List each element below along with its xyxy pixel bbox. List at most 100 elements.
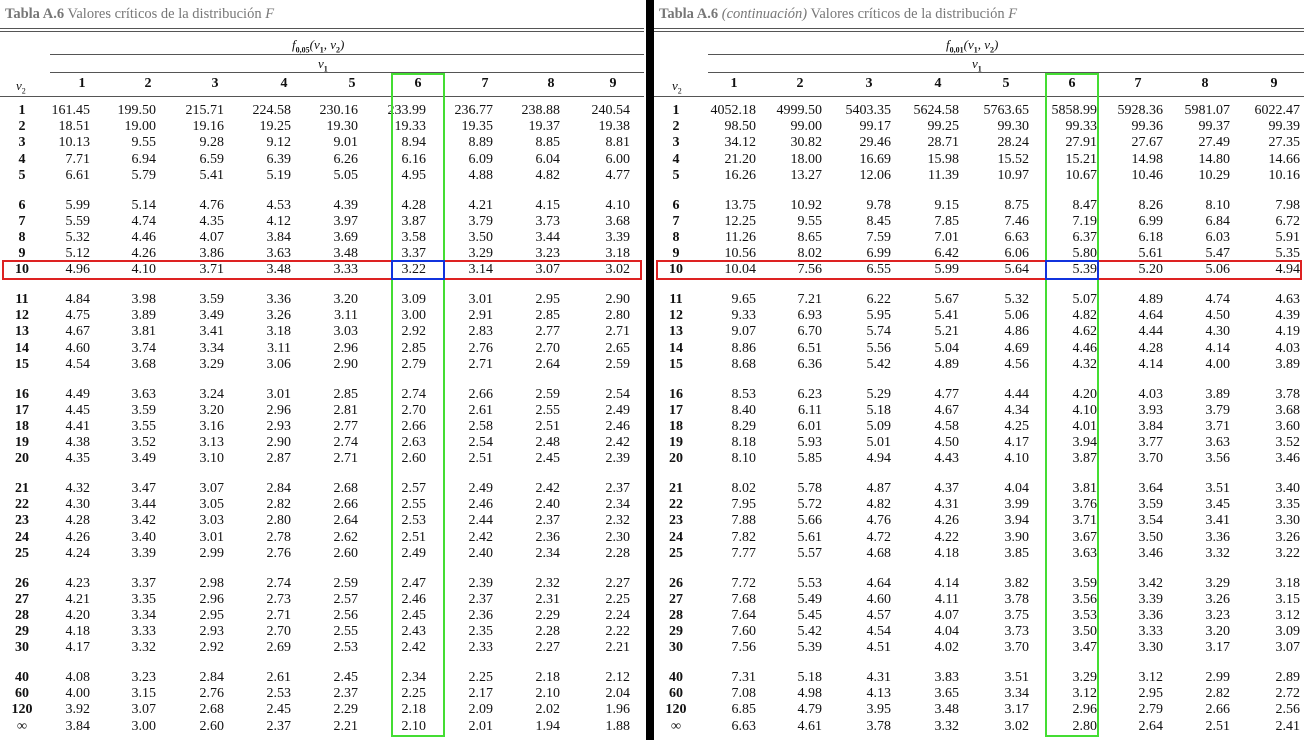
table-row: 16 8.53 6.23 5.29 4.77 4.44 4.20 4.03 3.89 3.78 bbox=[654, 387, 1304, 403]
table-cell: 3.18 bbox=[266, 324, 292, 340]
table-cell: 230.16 bbox=[319, 103, 359, 118]
table-cell: 6.36 bbox=[797, 356, 823, 372]
table-cell: 2.80 bbox=[605, 308, 631, 324]
table-cell: 199.50 bbox=[117, 103, 157, 118]
table-cell: 14.66 bbox=[1268, 151, 1301, 167]
table-cell: 4.03 bbox=[1275, 340, 1301, 356]
table-cell: 4.07 bbox=[934, 607, 960, 623]
table-cell: 2.45 bbox=[535, 451, 561, 467]
table-cell: 3.39 bbox=[1138, 591, 1164, 607]
table-cell: 2.45 bbox=[333, 670, 359, 685]
table-cell: 2.29 bbox=[333, 702, 359, 718]
table-cell: 2.77 bbox=[333, 418, 359, 434]
table-cell: 3.26 bbox=[266, 308, 292, 324]
table-cell: 6.84 bbox=[1205, 213, 1231, 229]
table-cell: 4.64 bbox=[1138, 308, 1164, 324]
table-cell: 4.14 bbox=[1138, 356, 1164, 372]
row-label: 7 bbox=[672, 213, 680, 229]
function-label: f0,01(v1, v2) bbox=[946, 37, 999, 55]
table-cell: 6.11 bbox=[798, 402, 822, 418]
table-cell: 3.24 bbox=[199, 386, 225, 402]
table-cell: 4.17 bbox=[1004, 435, 1030, 451]
table-cell: 4.76 bbox=[199, 197, 225, 213]
table-cell: 4.22 bbox=[934, 529, 960, 545]
table-cell: 9.33 bbox=[731, 308, 757, 324]
table-cell: 2.54 bbox=[605, 386, 631, 402]
table-cell: 4.24 bbox=[65, 545, 91, 561]
highlight-row-box bbox=[656, 260, 1302, 281]
table-cell: 2.89 bbox=[1275, 670, 1301, 685]
table-cell: 6.93 bbox=[797, 308, 823, 324]
table-cell: 2.90 bbox=[605, 292, 631, 307]
table-cell: 2.78 bbox=[266, 529, 292, 545]
table-cell: 4.07 bbox=[199, 229, 225, 245]
table-cell: 4.89 bbox=[934, 356, 960, 372]
table-row: 3 10.13 9.55 9.28 9.12 9.01 8.94 8.89 8.85 8.81 bbox=[0, 135, 646, 151]
func-rule bbox=[708, 54, 1304, 55]
table-cell: 5.19 bbox=[266, 167, 292, 183]
table-cell: 4.74 bbox=[131, 213, 157, 229]
table-row: 60 7.08 4.98 4.13 3.65 3.34 3.12 2.95 2.82 2.72 bbox=[654, 686, 1304, 702]
table-cell: 4.57 bbox=[866, 607, 892, 623]
table-cell: 8.29 bbox=[731, 418, 757, 434]
table-cell: 4.21 bbox=[65, 591, 91, 607]
table-cell: 3.98 bbox=[131, 292, 157, 307]
table-row: 25 4.24 3.39 2.99 2.76 2.60 2.49 2.40 2.34 2.28 bbox=[0, 546, 646, 562]
table-cell: 3.26 bbox=[1275, 529, 1301, 545]
table-cell: 3.63 bbox=[131, 386, 157, 402]
table-cell: 3.59 bbox=[131, 402, 157, 418]
row-label: 25 bbox=[669, 545, 683, 561]
table-cell: 5.99 bbox=[65, 197, 91, 213]
table-cell: 3.05 bbox=[199, 497, 225, 513]
table-cell: 19.00 bbox=[124, 119, 157, 135]
table-cell: 2.74 bbox=[333, 435, 359, 451]
table-cell: 2.39 bbox=[605, 451, 631, 467]
table-cell: 2.99 bbox=[1205, 670, 1231, 685]
table-cell: 19.25 bbox=[259, 119, 292, 135]
table-cell: 4.64 bbox=[866, 575, 892, 591]
table-cell: 3.68 bbox=[1275, 402, 1301, 418]
table-cell: 4.14 bbox=[1205, 340, 1231, 356]
column-header-8: 8 bbox=[1201, 76, 1209, 91]
table-cell: 28.71 bbox=[927, 135, 960, 151]
row-label: 21 bbox=[669, 481, 683, 496]
table-cell: 4.86 bbox=[1004, 324, 1030, 340]
table-cell: 2.66 bbox=[1205, 702, 1231, 718]
table-cell: 4.25 bbox=[1004, 418, 1030, 434]
row-label: 19 bbox=[669, 435, 683, 451]
table-cell: 5.93 bbox=[797, 435, 823, 451]
table-cell: 29.46 bbox=[859, 135, 892, 151]
table-cell: 3.07 bbox=[1275, 640, 1301, 656]
column-header-8: 8 bbox=[547, 76, 555, 91]
table-cell: 4.23 bbox=[65, 575, 91, 591]
table-cell: 4.13 bbox=[866, 686, 892, 702]
table-cell: 5.21 bbox=[934, 324, 960, 340]
table-cell: 2.90 bbox=[333, 356, 359, 372]
table-cell: 5.32 bbox=[65, 229, 91, 245]
table-cell: 8.53 bbox=[731, 386, 757, 402]
table-cell: 7.60 bbox=[731, 624, 757, 640]
table-cell: 4.51 bbox=[866, 640, 892, 656]
table-cell: 3.73 bbox=[535, 213, 561, 229]
table-cell: 2.70 bbox=[535, 340, 561, 356]
table-cell: 8.81 bbox=[605, 135, 631, 151]
row-label: 20 bbox=[669, 451, 683, 467]
table-cell: 2.49 bbox=[605, 402, 631, 418]
row-label: 30 bbox=[669, 640, 683, 656]
column-header-3: 3 bbox=[211, 76, 219, 91]
table-row: 30 4.17 3.32 2.92 2.69 2.53 2.42 2.33 2.27 2.21 bbox=[0, 640, 646, 656]
table-cell: 14.98 bbox=[1131, 151, 1164, 167]
table-cell: 2.99 bbox=[199, 545, 225, 561]
v1-label: v1 bbox=[972, 56, 982, 74]
table-cell: 2.51 bbox=[535, 418, 561, 434]
v2-label: v2 bbox=[672, 78, 682, 96]
table-cell: 3.09 bbox=[1275, 624, 1301, 640]
table-cell: 2.92 bbox=[199, 640, 225, 656]
table-cell: 27.67 bbox=[1131, 135, 1164, 151]
table-cell: 5.29 bbox=[866, 386, 892, 402]
table-cell: 7.08 bbox=[731, 686, 757, 702]
table-cell: 4.04 bbox=[934, 624, 960, 640]
table-cell: 3.75 bbox=[1004, 607, 1030, 623]
table-cell: 5.42 bbox=[797, 624, 823, 640]
table-cell: 4.35 bbox=[65, 451, 91, 467]
